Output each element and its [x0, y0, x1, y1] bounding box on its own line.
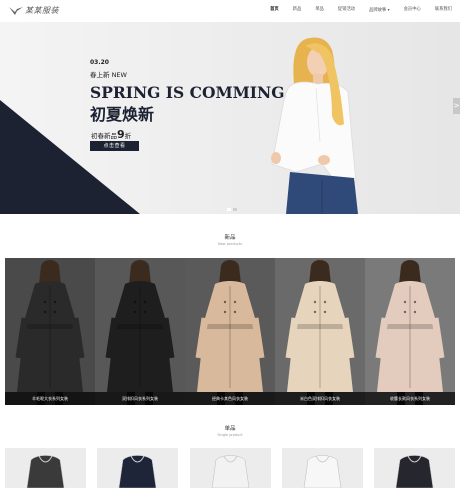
product-caption: 米白色双排扣风衣女装	[275, 392, 365, 405]
coat-image	[365, 258, 455, 405]
product-caption: 双排扣风衣系列女装	[95, 392, 185, 405]
new-section-subheading: New products	[217, 242, 243, 246]
promo-suffix: 折	[124, 132, 132, 140]
banner-triangle-shape	[0, 100, 140, 214]
promo-prefix: 初春新品	[91, 132, 117, 140]
single-product-card[interactable]	[5, 448, 86, 488]
product-card[interactable]: 收腰长款风衣系列女装	[365, 258, 455, 405]
nav-item-brand-story-label: 品牌故事	[369, 8, 387, 13]
garment-image	[281, 448, 363, 488]
site-header: 某某服装 首页 新品 单品 促销活动 品牌故事 ▾ 会员中心 联系我们	[0, 0, 460, 22]
main-nav: 首页 新品 单品 促销活动 品牌故事 ▾ 会员中心 联系我们	[256, 7, 452, 14]
promo-number: 9	[117, 128, 125, 141]
coat-image	[185, 258, 275, 405]
banner-new-label: 春上新 NEW	[90, 71, 127, 79]
banner-model-image	[271, 37, 358, 214]
product-caption: 经典卡其色风衣女装	[185, 392, 275, 405]
nav-item-promotion[interactable]: 促销活动	[338, 7, 355, 14]
chevron-down-icon: ▾	[387, 7, 390, 12]
logo-text: 某某服装	[25, 6, 59, 15]
product-strip: 羊毛呢大衣系列女装 双排扣风衣系列女装 经典卡其色风衣女装 米白色双排扣风衣女装 收腰长…	[5, 258, 455, 405]
single-section-heading: 单品	[224, 426, 236, 432]
garment-image	[374, 448, 455, 488]
banner-promo: 初春新品9折	[91, 128, 131, 141]
single-product-card[interactable]	[374, 448, 455, 488]
product-card[interactable]: 羊毛呢大衣系列女装	[5, 258, 95, 405]
garment-image	[97, 448, 179, 488]
banner-dot-1[interactable]	[227, 208, 231, 211]
product-card[interactable]: 米白色双排扣风衣女装	[275, 258, 365, 405]
single-product-card[interactable]	[281, 448, 363, 488]
nav-item-home[interactable]: 首页	[270, 7, 279, 14]
nav-item-single[interactable]: 单品	[315, 7, 324, 14]
view-button[interactable]: 点击查看	[90, 141, 139, 151]
coat-image	[5, 258, 95, 405]
banner-headline: SPRING IS COMMING	[90, 83, 285, 102]
product-card[interactable]: 双排扣风衣系列女装	[95, 258, 185, 405]
single-section-subheading: Single product	[217, 433, 243, 437]
single-section-title: 单品 Single product	[0, 424, 460, 437]
banner-subtitle: 初夏焕新	[90, 105, 155, 124]
coat-image	[275, 258, 365, 405]
logo[interactable]: 某某服装	[9, 5, 59, 16]
single-product-card[interactable]	[97, 448, 179, 488]
nav-item-member[interactable]: 会员中心	[404, 7, 421, 14]
product-card[interactable]: 经典卡其色风衣女装	[185, 258, 275, 405]
hero-banner[interactable]: 03.20 春上新 NEW SPRING IS COMMING 初夏焕新 初春新…	[0, 22, 460, 214]
garment-image	[5, 448, 86, 488]
logo-mark-icon	[9, 6, 23, 15]
product-caption: 羊毛呢大衣系列女装	[5, 392, 95, 405]
single-product-card[interactable]	[189, 448, 271, 488]
garment-image	[189, 448, 271, 488]
banner-next-arrow[interactable]: >	[453, 98, 460, 114]
new-section-title: 新品 New products	[0, 233, 460, 246]
single-products-row	[5, 448, 455, 488]
new-section-heading: 新品	[224, 235, 236, 241]
nav-item-contact[interactable]: 联系我们	[435, 7, 452, 14]
banner-dot-2[interactable]	[233, 208, 237, 211]
nav-item-new[interactable]: 新品	[293, 7, 302, 14]
product-caption: 收腰长款风衣系列女装	[365, 392, 455, 405]
coat-image	[95, 258, 185, 405]
banner-pagination	[226, 208, 238, 211]
banner-date: 03.20	[90, 59, 109, 66]
nav-item-brand-story[interactable]: 品牌故事 ▾	[369, 7, 390, 14]
